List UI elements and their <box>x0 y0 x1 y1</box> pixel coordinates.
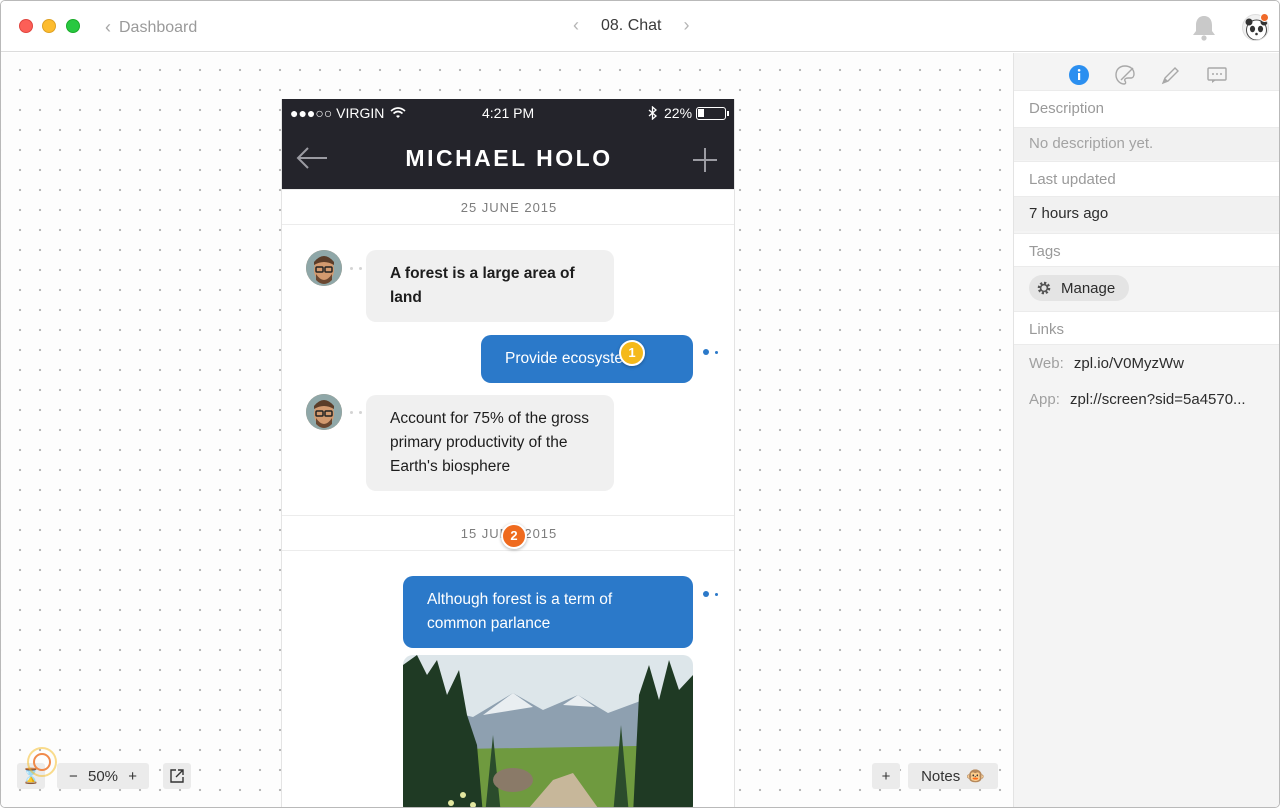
incoming-message: Account for 75% of the gross primary pro… <box>366 395 614 491</box>
zoom-in-button[interactable]: + <box>128 768 137 785</box>
notes-button[interactable]: Notes 🐵 <box>908 763 998 789</box>
status-battery: 22% <box>648 105 730 121</box>
forest-landscape-image <box>403 655 693 807</box>
screen-navigator: ‹ 08. Chat › <box>573 15 689 36</box>
monkey-icon: 🐵 <box>966 768 985 785</box>
canvas-toolbar: ⌛ − 50% + <box>17 747 191 789</box>
pen-icon <box>1161 67 1179 85</box>
carrier-text: ●●●○○ VIRGIN <box>290 105 385 121</box>
export-button[interactable] <box>163 763 191 789</box>
forest-photo[interactable] <box>403 655 693 807</box>
notes-label: Notes <box>921 767 961 785</box>
app-link[interactable]: App: zpl://screen?sid=5a4570... <box>1029 391 1246 408</box>
gear-icon <box>1037 281 1051 295</box>
links-label: Links <box>1029 321 1065 338</box>
updated-label: Last updated <box>1029 171 1116 188</box>
bluetooth-icon <box>648 106 657 120</box>
outgoing-message: Provide ecosystem <box>481 335 693 383</box>
tab-inspect[interactable] <box>1158 62 1184 88</box>
contact-name: MICHAEL HOLO <box>405 145 613 171</box>
sent-dots <box>703 591 724 597</box>
outgoing-message: Although forest is a term of common parl… <box>403 576 693 648</box>
comment-icon <box>1207 67 1227 83</box>
back-to-dashboard-link[interactable]: ‹ Dashboard <box>105 17 197 38</box>
battery-percent: 22% <box>664 105 693 121</box>
tab-info[interactable] <box>1066 62 1092 88</box>
inspector-sidebar: Description No description yet. Last upd… <box>1013 53 1279 807</box>
status-carrier: ●●●○○ VIRGIN <box>290 105 406 121</box>
description-value[interactable]: No description yet. <box>1014 128 1279 160</box>
notification-badge <box>1260 13 1269 22</box>
app-key: App: <box>1029 391 1060 408</box>
sidebar-tabs <box>1014 57 1279 93</box>
zoom-level: 50% <box>87 767 119 785</box>
title-bar: ‹ Dashboard ‹ 08. Chat › <box>1 1 1279 52</box>
contact-avatar <box>306 394 342 430</box>
previous-screen-icon[interactable]: ‹ <box>573 15 579 36</box>
manage-tags-button[interactable]: Manage <box>1029 275 1130 301</box>
description-label: Description <box>1029 100 1105 117</box>
close-window-button[interactable] <box>19 19 33 33</box>
screen-title: 08. Chat <box>601 16 662 34</box>
manage-label: Manage <box>1061 279 1116 297</box>
chat-header: ●●●○○ VIRGIN 4:21 PM 22% MICHAEL HOLO <box>282 99 734 189</box>
back-label: Dashboard <box>119 18 198 36</box>
bell-icon[interactable] <box>1191 14 1217 41</box>
web-key: Web: <box>1029 355 1064 372</box>
external-link-icon <box>170 769 184 783</box>
hourglass-button[interactable]: ⌛ <box>17 747 57 789</box>
contact-avatar <box>306 250 342 286</box>
palette-icon <box>1115 65 1135 85</box>
zoom-control: − 50% + <box>57 763 149 789</box>
next-screen-icon[interactable]: › <box>683 15 689 36</box>
web-value: zpl.io/V0MyzWw <box>1073 355 1184 372</box>
minimize-window-button[interactable] <box>42 19 56 33</box>
battery-icon <box>696 106 730 120</box>
info-icon <box>1069 65 1089 85</box>
hotspot-marker[interactable]: 1 <box>619 340 645 366</box>
updated-value: 7 hours ago <box>1014 197 1279 231</box>
date-separator: 25 JUNE 2015 <box>282 189 734 225</box>
app-window: ‹ Dashboard ‹ 08. Chat › ●●●○○ VIRGIN 4:… <box>0 0 1280 808</box>
app-value: zpl://screen?sid=5a4570... <box>1070 391 1246 408</box>
zoom-out-button[interactable]: − <box>69 768 78 785</box>
notes-toolbar: + Notes 🐵 <box>872 763 998 789</box>
plus-icon[interactable] <box>692 147 718 173</box>
person-avatar-icon <box>306 250 342 286</box>
add-note-button[interactable]: + <box>872 763 900 789</box>
incoming-message: A forest is a large area of land <box>366 250 614 322</box>
tab-comments[interactable] <box>1204 62 1230 88</box>
hotspot-marker[interactable]: 2 <box>501 523 527 549</box>
tags-label: Tags <box>1029 243 1061 260</box>
status-time: 4:21 PM <box>482 105 535 121</box>
web-link[interactable]: Web: zpl.io/V0MyzWw <box>1029 355 1184 372</box>
zoom-window-button[interactable] <box>66 19 80 33</box>
chevron-left-icon: ‹ <box>105 17 111 37</box>
phone-screen: ●●●○○ VIRGIN 4:21 PM 22% MICHAEL HOLO 25… <box>281 99 735 807</box>
sent-dots <box>703 349 724 355</box>
tab-styleguide[interactable] <box>1112 62 1138 88</box>
person-avatar-icon <box>306 394 342 430</box>
design-canvas: ●●●○○ VIRGIN 4:21 PM 22% MICHAEL HOLO 25… <box>1 53 1013 807</box>
wifi-icon <box>390 107 406 118</box>
pulse-ring <box>33 753 51 771</box>
